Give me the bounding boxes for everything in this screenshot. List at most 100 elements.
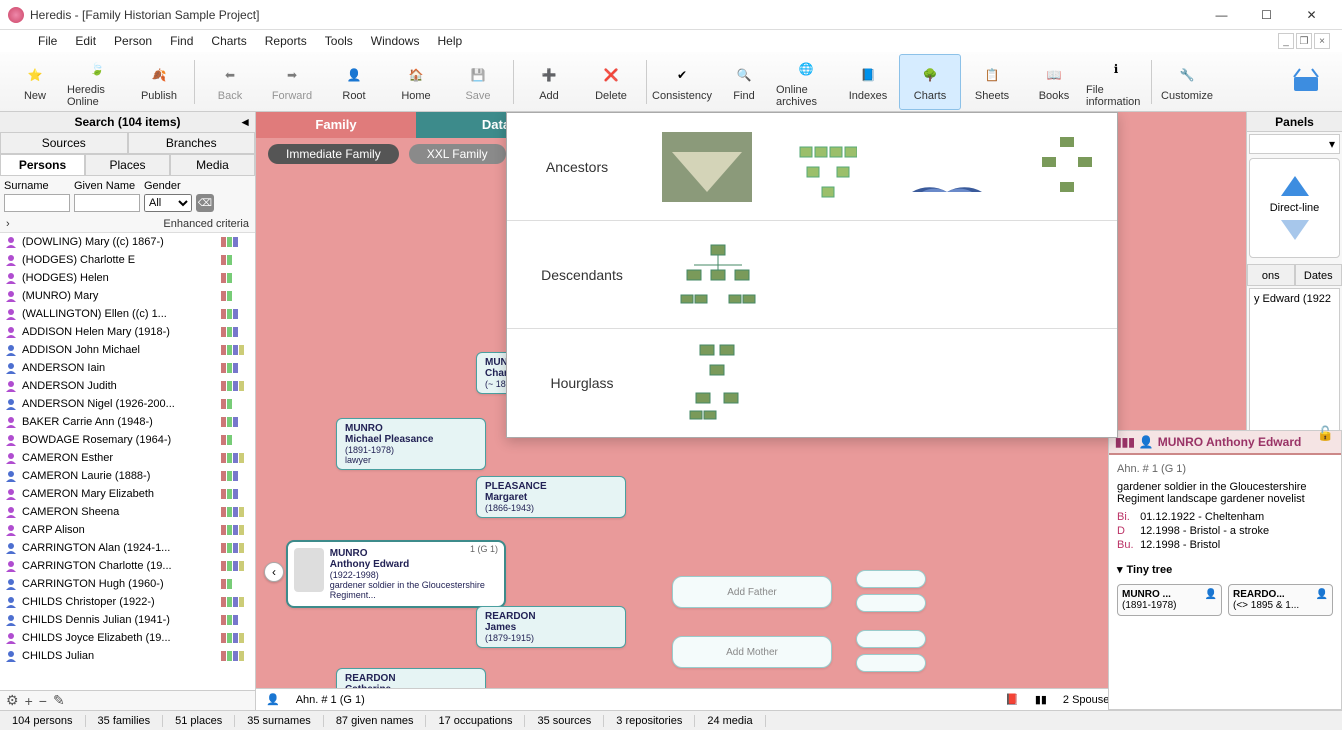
- add-father-1[interactable]: Add Father: [672, 576, 832, 608]
- person-row[interactable]: (HODGES) Charlotte E: [0, 251, 255, 269]
- subtab-immediate[interactable]: Immediate Family: [268, 144, 399, 164]
- arrow-up-icon[interactable]: [1281, 176, 1309, 196]
- toolbar-find[interactable]: 🔍Find: [713, 54, 775, 110]
- person-row[interactable]: CAMERON Mary Elizabeth: [0, 485, 255, 503]
- chart-ancestor-boxes[interactable]: [777, 127, 877, 207]
- person-row[interactable]: ANDERSON Nigel (1926-200...: [0, 395, 255, 413]
- person-row[interactable]: CARRINGTON Alan (1924-1...: [0, 539, 255, 557]
- person-row[interactable]: (MUNRO) Mary: [0, 287, 255, 305]
- chart-ancestor-fan[interactable]: [897, 127, 997, 207]
- toolbar-publish[interactable]: 🍂Publish: [128, 54, 190, 110]
- tab-sources[interactable]: Sources: [0, 132, 128, 153]
- toolbar-sheets[interactable]: 📋Sheets: [961, 54, 1023, 110]
- toolbar-home[interactable]: 🏠Home: [385, 54, 447, 110]
- toolbar-add[interactable]: ➕Add: [518, 54, 580, 110]
- surname-input[interactable]: [4, 194, 70, 212]
- toolbar-new[interactable]: ⭐New: [4, 54, 66, 110]
- clear-filter-button[interactable]: ⌫: [196, 194, 214, 212]
- menu-windows[interactable]: Windows: [363, 32, 428, 50]
- tiny-card-father[interactable]: MUNRO ...👤 (1891-1978): [1117, 584, 1222, 616]
- chart-descendants[interactable]: [667, 235, 767, 315]
- person-row[interactable]: (HODGES) Helen: [0, 269, 255, 287]
- card-root[interactable]: 1 (G 1) MUNRO Anthony Edward (1922-1998)…: [286, 540, 506, 608]
- empty-slot[interactable]: [856, 630, 926, 648]
- rtab-dates[interactable]: Dates: [1295, 264, 1342, 286]
- gear-icon[interactable]: ⚙: [6, 692, 19, 709]
- person-row[interactable]: ADDISON Helen Mary (1918-): [0, 323, 255, 341]
- collapse-left-icon[interactable]: ◄: [239, 115, 251, 129]
- toolbar-customize[interactable]: 🔧Customize: [1156, 54, 1218, 110]
- person-row[interactable]: (WALLINGTON) Ellen ((c) 1...: [0, 305, 255, 323]
- menu-reports[interactable]: Reports: [257, 32, 315, 50]
- tab-family[interactable]: Family: [256, 112, 416, 138]
- toolbar-online-archives[interactable]: 🌐Online archives: [775, 54, 837, 110]
- mdi-minimize[interactable]: _: [1278, 33, 1294, 49]
- toolbar-charts[interactable]: 🌳Charts: [899, 54, 961, 110]
- panels-dropdown[interactable]: ▾: [1249, 134, 1340, 154]
- minimize-button[interactable]: —: [1199, 0, 1244, 30]
- person-row[interactable]: CHILDS Julian: [0, 647, 255, 665]
- person-list[interactable]: (DOWLING) Mary ((c) 1867-)(HODGES) Charl…: [0, 232, 255, 690]
- toolbar-delete[interactable]: ❌Delete: [580, 54, 642, 110]
- person-row[interactable]: CARP Alison: [0, 521, 255, 539]
- minus-icon[interactable]: −: [39, 693, 47, 709]
- subtab-xxl[interactable]: XXL Family: [409, 144, 506, 164]
- toolbar-root[interactable]: 👤Root: [323, 54, 385, 110]
- gender-select[interactable]: All: [144, 194, 192, 212]
- empty-slot[interactable]: [856, 594, 926, 612]
- tab-persons[interactable]: Persons: [0, 154, 85, 175]
- card-grandfather-m[interactable]: REARDON James (1879-1915): [476, 606, 626, 648]
- person-row[interactable]: CARRINGTON Hugh (1960-): [0, 575, 255, 593]
- menu-file[interactable]: File: [30, 32, 65, 50]
- mdi-close[interactable]: ×: [1314, 33, 1330, 49]
- empty-slot[interactable]: [856, 570, 926, 588]
- chart-ancestor-photo[interactable]: [657, 127, 757, 207]
- toolbar-books[interactable]: 📖Books: [1023, 54, 1085, 110]
- enhanced-criteria[interactable]: › Enhanced criteria: [0, 216, 255, 232]
- maximize-button[interactable]: ☐: [1244, 0, 1289, 30]
- person-row[interactable]: CARRINGTON Charlotte (19...: [0, 557, 255, 575]
- mdi-restore[interactable]: ❐: [1296, 33, 1312, 49]
- toolbar-consistency[interactable]: ✔Consistency: [651, 54, 713, 110]
- edit-icon[interactable]: ✎: [53, 692, 65, 709]
- person-row[interactable]: (DOWLING) Mary ((c) 1867-): [0, 233, 255, 251]
- toolbar-back[interactable]: ⬅Back: [199, 54, 261, 110]
- menu-find[interactable]: Find: [162, 32, 201, 50]
- card-grandmother-p[interactable]: PLEASANCE Margaret (1866-1943): [476, 476, 626, 518]
- tiny-tree-header[interactable]: ▾ Tiny tree: [1109, 559, 1341, 580]
- tiny-card-mother[interactable]: REARDO...👤 (<> 1895 & 1...: [1228, 584, 1333, 616]
- chart-hourglass[interactable]: [667, 343, 767, 423]
- empty-slot[interactable]: [856, 654, 926, 672]
- chart-ancestor-tree[interactable]: [1017, 127, 1117, 207]
- toolbar-save[interactable]: 💾Save: [447, 54, 509, 110]
- lock-icon[interactable]: 🔓: [1317, 425, 1334, 442]
- add-mother-1[interactable]: Add Mother: [672, 636, 832, 668]
- person-row[interactable]: CAMERON Sheena: [0, 503, 255, 521]
- person-row[interactable]: CHILDS Joyce Elizabeth (19...: [0, 629, 255, 647]
- rtab-ons[interactable]: ons: [1247, 264, 1295, 286]
- tab-media[interactable]: Media: [170, 154, 255, 175]
- person-row[interactable]: CAMERON Laurie (1888-): [0, 467, 255, 485]
- person-row[interactable]: BOWDAGE Rosemary (1964-): [0, 431, 255, 449]
- card-father[interactable]: MUNRO Michael Pleasance (1891-1978) lawy…: [336, 418, 486, 470]
- cart-icon[interactable]: [1286, 67, 1326, 97]
- toolbar-indexes[interactable]: 📘Indexes: [837, 54, 899, 110]
- arrow-down-icon[interactable]: [1281, 220, 1309, 240]
- collapse-root-button[interactable]: ‹: [264, 562, 284, 582]
- tab-places[interactable]: Places: [85, 154, 170, 175]
- toolbar-file-information[interactable]: ℹFile information: [1085, 54, 1147, 110]
- menu-tools[interactable]: Tools: [317, 32, 361, 50]
- person-row[interactable]: ANDERSON Iain: [0, 359, 255, 377]
- menu-help[interactable]: Help: [429, 32, 470, 50]
- person-row[interactable]: CAMERON Esther: [0, 449, 255, 467]
- toolbar-heredis-online[interactable]: 🍃Heredis Online: [66, 54, 128, 110]
- person-row[interactable]: CHILDS Christoper (1922-): [0, 593, 255, 611]
- person-row[interactable]: ANDERSON Judith: [0, 377, 255, 395]
- person-row[interactable]: CHILDS Dennis Julian (1941-): [0, 611, 255, 629]
- close-button[interactable]: ✕: [1289, 0, 1334, 30]
- tab-branches[interactable]: Branches: [128, 132, 256, 153]
- toolbar-forward[interactable]: ➡Forward: [261, 54, 323, 110]
- person-row[interactable]: ADDISON John Michael: [0, 341, 255, 359]
- plus-icon[interactable]: +: [25, 693, 33, 709]
- given-input[interactable]: [74, 194, 140, 212]
